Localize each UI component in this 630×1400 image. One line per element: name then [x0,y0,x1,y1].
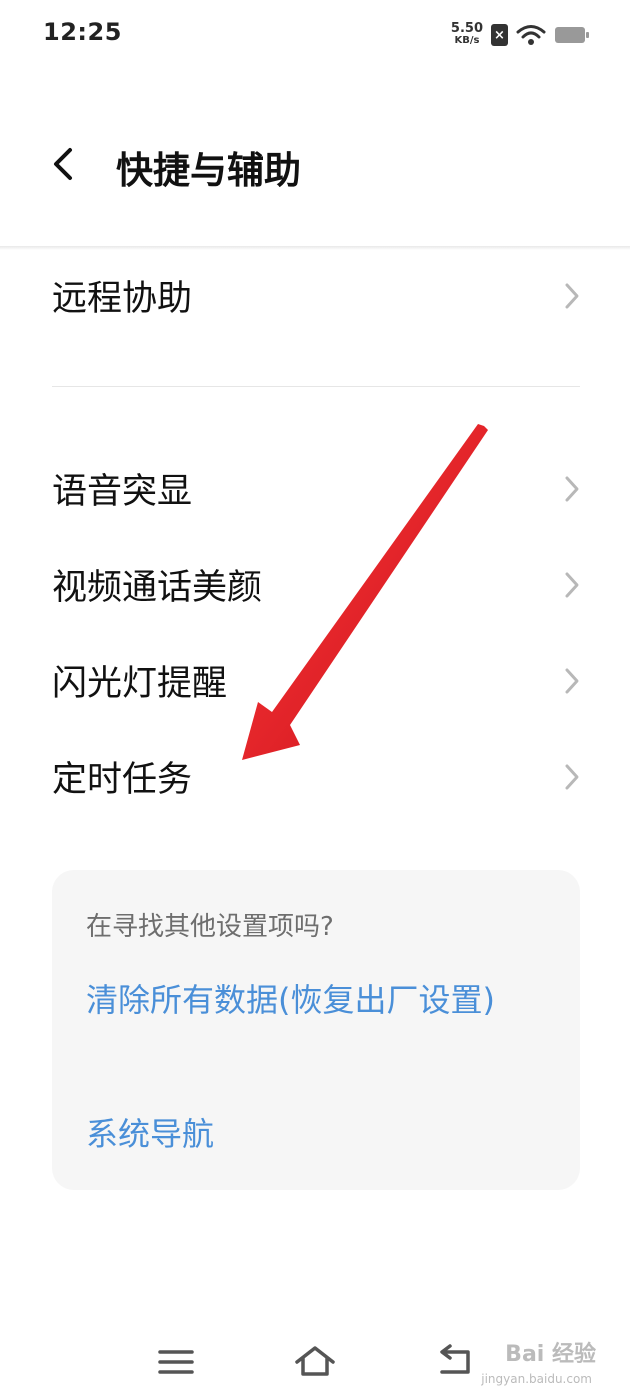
menu-icon[interactable] [154,1340,198,1384]
suggestions-hint: 在寻找其他设置项吗? [86,912,334,942]
menu-item-flash-reminder[interactable]: 闪光灯提醒 [52,645,582,715]
section-divider [52,386,580,387]
menu-item-remote-assist[interactable]: 远程协助 [52,260,582,330]
menu-item-voice-highlight[interactable]: 语音突显 [52,453,582,523]
page-header: 快捷与辅助 [0,130,630,200]
factory-reset-link[interactable]: 清除所有数据(恢复出厂设置) [86,976,536,1024]
menu-item-video-call-beauty[interactable]: 视频通话美颜 [52,549,582,619]
menu-item-label: 闪光灯提醒 [52,663,228,704]
battery-icon [555,27,589,43]
header-divider [0,246,630,250]
network-speed-unit: KB/s [454,35,480,46]
wifi-icon [516,25,546,45]
network-speed-value: 5.50 [450,21,483,36]
chevron-right-icon [565,476,579,502]
chevron-right-icon [565,572,579,598]
back-arrow-icon[interactable] [44,144,84,184]
network-speed: 5.50 KB/s [450,21,483,47]
suggestions-card: 在寻找其他设置项吗? 清除所有数据(恢复出厂设置) 系统导航 [52,870,580,1190]
menu-item-scheduled-task[interactable]: 定时任务 [52,741,582,811]
status-time: 12:25 [43,18,122,46]
back-icon[interactable] [434,1340,478,1384]
menu-item-label: 定时任务 [52,759,193,800]
menu-item-label: 视频通话美颜 [52,567,263,608]
chevron-right-icon [565,283,579,309]
chevron-right-icon [565,668,579,694]
watermark-url: jingyan.baidu.com [481,1372,592,1386]
menu-item-label: 远程协助 [52,278,193,319]
menu-item-label: 语音突显 [52,471,193,512]
chevron-right-icon [565,764,579,790]
home-icon[interactable] [293,1340,337,1384]
sim-x-icon: × [491,24,508,46]
status-bar: 12:25 5.50 KB/s × [0,0,630,70]
status-icons: 5.50 KB/s × [451,20,590,50]
system-navigation-link[interactable]: 系统导航 [86,1110,536,1158]
page-title: 快捷与辅助 [116,149,301,192]
watermark-logo: Bai 经验 [505,1342,596,1367]
